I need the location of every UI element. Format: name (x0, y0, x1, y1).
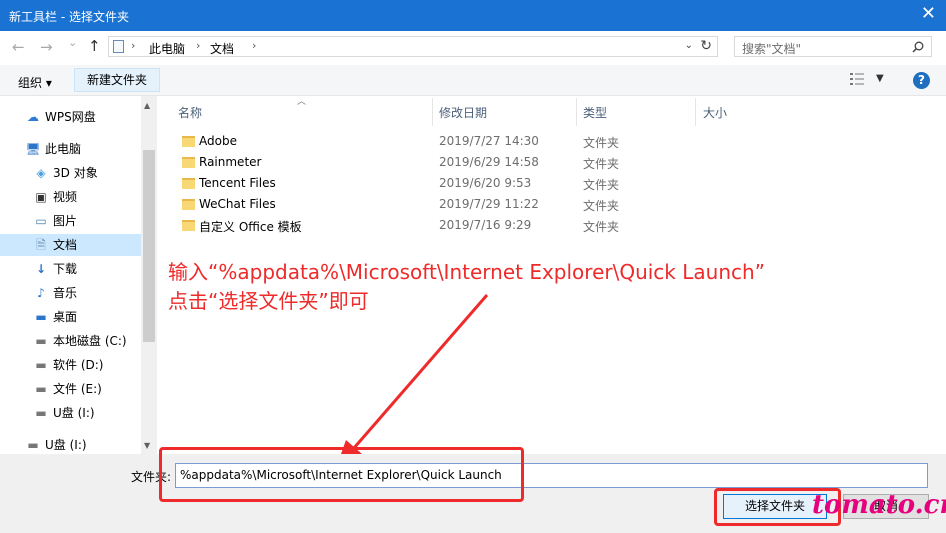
file-date: 2019/7/16 9:29 (439, 218, 532, 232)
sidebar-item-drive-i[interactable]: ▬ U盘 (I:) (33, 402, 94, 424)
search-input[interactable]: 搜索"文档" (734, 36, 932, 57)
title-bar: 新工具栏 - 选择文件夹 ✕ (0, 0, 946, 31)
drive-icon: ▬ (35, 406, 47, 420)
scroll-up-icon[interactable]: ▲ (144, 101, 150, 110)
sidebar-scrollbar-thumb[interactable] (143, 150, 155, 342)
annotation-line-1: 输入“%appdata%\Microsoft\Internet Explorer… (168, 260, 766, 284)
folder-icon (182, 199, 195, 210)
help-icon[interactable]: ? (913, 72, 930, 89)
column-divider[interactable] (432, 98, 433, 126)
breadcrumb-separator: › (196, 39, 201, 52)
organize-menu[interactable]: 组织 ▾ (18, 74, 52, 91)
sort-ascending-icon: ︿ (297, 97, 307, 107)
annotation-highlight-box (159, 447, 524, 502)
file-type: 文件夹 (583, 136, 620, 150)
drive-icon: ▬ (35, 382, 47, 396)
folder-icon (182, 136, 195, 147)
file-date: 2019/6/29 14:58 (439, 155, 539, 169)
file-name: Tencent Files (199, 176, 276, 190)
sidebar-item-3d-objects[interactable]: ◈ 3D 对象 (33, 162, 97, 184)
address-bar[interactable]: › 此电脑 › 文档 › ⌄ ↻ (108, 36, 718, 57)
file-row[interactable]: Rainmeter 2019/6/29 14:58 文件夹 (177, 152, 647, 173)
sidebar-item-wps-cloud[interactable]: ☁ WPS网盘 (25, 106, 96, 128)
file-row[interactable]: 自定义 Office 模板 2019/7/16 9:29 文件夹 (177, 215, 647, 236)
file-type: 文件夹 (583, 199, 620, 213)
forward-arrow-icon[interactable]: → (40, 38, 53, 56)
file-name: WeChat Files (199, 197, 276, 211)
refresh-icon[interactable]: ↻ (700, 38, 712, 54)
close-icon[interactable]: ✕ (921, 3, 936, 24)
folder-icon (182, 220, 195, 231)
file-name: Adobe (199, 134, 237, 148)
music-icon: ♪ (37, 286, 45, 300)
sidebar-item-drive-e[interactable]: ▬ 文件 (E:) (33, 378, 101, 400)
cube-icon: ◈ (36, 166, 46, 180)
file-type: 文件夹 (583, 220, 620, 234)
sidebar-item-desktop[interactable]: ▬ 桌面 (33, 306, 77, 328)
file-type: 文件夹 (583, 178, 620, 192)
document-icon (113, 40, 124, 53)
breadcrumb-this-pc[interactable]: 此电脑 (149, 40, 185, 57)
cloud-icon: ☁ (27, 110, 39, 124)
column-header-type[interactable]: 类型 (583, 104, 607, 121)
computer-icon: 🖥 (25, 142, 41, 156)
picture-icon: ▭ (35, 214, 47, 228)
sidebar-item-videos[interactable]: ▣ 视频 (33, 186, 77, 208)
file-date: 2019/7/27 14:30 (439, 134, 539, 148)
watermark: tomato.cm (812, 490, 946, 520)
file-row[interactable]: Tencent Files 2019/6/20 9:53 文件夹 (177, 173, 647, 194)
search-icon (912, 41, 924, 53)
sidebar-item-documents[interactable]: 🗎 文档 (0, 234, 141, 256)
folder-icon (182, 178, 195, 189)
sidebar-item-downloads[interactable]: ↓ 下载 (33, 258, 77, 280)
download-icon: ↓ (35, 262, 47, 276)
file-date: 2019/6/20 9:53 (439, 176, 532, 190)
video-icon: ▣ (35, 190, 47, 204)
scroll-down-icon[interactable]: ▼ (144, 441, 150, 450)
drive-icon: ▬ (35, 334, 47, 348)
file-date: 2019/7/29 11:22 (439, 197, 539, 211)
recent-locations-icon[interactable]: ⌄ (68, 36, 77, 49)
back-arrow-icon[interactable]: ← (12, 38, 25, 56)
sidebar-item-drive-d[interactable]: ▬ 软件 (D:) (33, 354, 103, 376)
file-row[interactable]: Adobe 2019/7/27 14:30 文件夹 (177, 131, 647, 152)
column-divider[interactable] (576, 98, 577, 126)
column-divider[interactable] (695, 98, 696, 126)
search-placeholder: 搜索"文档" (742, 42, 802, 56)
file-name: Rainmeter (199, 155, 262, 169)
desktop-icon: ▬ (35, 310, 47, 324)
chevron-down-icon[interactable]: ▼ (876, 73, 884, 84)
window-title: 新工具栏 - 选择文件夹 (9, 10, 129, 24)
file-type: 文件夹 (583, 157, 620, 171)
column-header-size[interactable]: 大小 (703, 104, 727, 121)
sidebar-item-pictures[interactable]: ▭ 图片 (33, 210, 77, 232)
sidebar-item-drive-c[interactable]: ▬ 本地磁盘 (C:) (33, 330, 126, 352)
command-toolbar: 组织 ▾ 新建文件夹 ▼ ? (0, 65, 946, 96)
column-header-date[interactable]: 修改日期 (439, 104, 487, 121)
drive-icon: ▬ (35, 358, 47, 372)
sidebar-item-this-pc[interactable]: 🖥 此电脑 (25, 138, 81, 160)
sidebar-item-music[interactable]: ♪ 音乐 (33, 282, 77, 304)
chevron-down-icon[interactable]: ⌄ (685, 40, 693, 51)
new-folder-button[interactable]: 新建文件夹 (74, 68, 160, 92)
breadcrumb-separator: › (252, 39, 257, 52)
document-icon: 🗎 (36, 238, 46, 252)
column-header-name[interactable]: 名称 (178, 104, 202, 121)
annotation-line-2: 点击“选择文件夹”即可 (168, 289, 369, 313)
up-arrow-icon[interactable]: ↑ (88, 37, 101, 55)
view-options-icon[interactable] (850, 72, 866, 86)
file-name: 自定义 Office 模板 (199, 220, 302, 234)
folder-icon (182, 157, 195, 168)
file-row[interactable]: WeChat Files 2019/7/29 11:22 文件夹 (177, 194, 647, 215)
sidebar-item-usb-drive[interactable]: ▬ U盘 (I:) (25, 434, 86, 456)
breadcrumb-separator: › (131, 39, 136, 52)
breadcrumb-documents[interactable]: 文档 (210, 40, 234, 57)
usb-drive-icon: ▬ (27, 438, 39, 452)
